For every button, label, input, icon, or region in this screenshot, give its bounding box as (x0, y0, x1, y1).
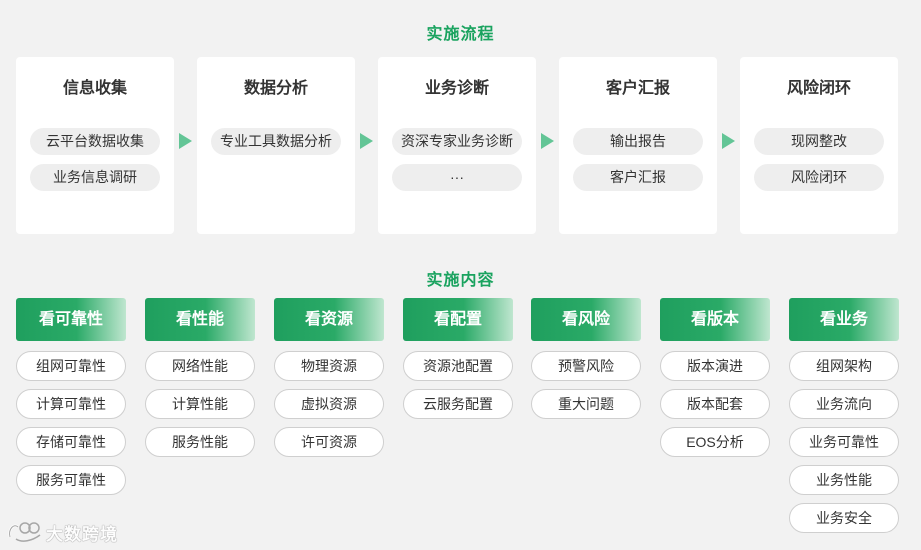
content-title: 实施内容 (426, 272, 495, 289)
content-item: 资源池配置 (403, 351, 513, 381)
flow-arrow-icon (722, 133, 735, 149)
content-column-header: 看配置 (403, 298, 513, 341)
content-item: 云服务配置 (403, 389, 513, 419)
content-item: 业务可靠性 (789, 427, 899, 457)
content-column-header: 看资源 (274, 298, 384, 341)
process-step-item: 输出报告 (573, 128, 703, 155)
flow-arrow-icon (179, 133, 192, 149)
content-item: 许可资源 (274, 427, 384, 457)
content-item: 服务可靠性 (16, 465, 126, 495)
process-step-card: 客户汇报 输出报告 客户汇报 (559, 57, 717, 234)
content-item: 重大问题 (531, 389, 641, 419)
content-item: 网络性能 (145, 351, 255, 381)
content-column: 看业务组网架构业务流向业务可靠性业务性能业务安全 (789, 298, 899, 541)
process-step-item: 云平台数据收集 (30, 128, 160, 155)
content-item: 版本演进 (660, 351, 770, 381)
content-column-header: 看版本 (660, 298, 770, 341)
content-column-header: 看可靠性 (16, 298, 126, 341)
content-item: 业务流向 (789, 389, 899, 419)
content-column: 看性能网络性能计算性能服务性能 (145, 298, 255, 465)
content-item: 业务性能 (789, 465, 899, 495)
flow-arrow-icon (541, 133, 554, 149)
process-step-item: 风险闭环 (754, 164, 884, 191)
content-column-header: 看性能 (145, 298, 255, 341)
process-step-card: 业务诊断资深专家业务诊断 ··· (378, 57, 536, 234)
content-item: 物理资源 (274, 351, 384, 381)
process-step-card: 信息收集云平台数据收集 业务信息调研 (16, 57, 174, 234)
content-column: 看配置资源池配置云服务配置 (403, 298, 513, 427)
brand-logo-icon (8, 522, 41, 542)
process-step-items: 输出报告 客户汇报 (559, 128, 717, 200)
content-item: 版本配套 (660, 389, 770, 419)
process-step-item: 客户汇报 (573, 164, 703, 191)
process-step-title: 风险闭环 (786, 80, 851, 97)
content-item: 组网架构 (789, 351, 899, 381)
watermark-text: 大数跨境 (46, 524, 118, 544)
process-step-title: 业务诊断 (424, 80, 489, 97)
content-item: 预警风险 (531, 351, 641, 381)
content-column-header: 看风险 (531, 298, 641, 341)
process-step-card: 风险闭环 现网整改 风险闭环 (740, 57, 898, 234)
content-item: 计算性能 (145, 389, 255, 419)
content-item: EOS分析 (660, 427, 770, 457)
content-item: 虚拟资源 (274, 389, 384, 419)
process-title: 实施流程 (426, 26, 495, 43)
watermark: 大数跨境 (6, 517, 118, 547)
process-step-items: 资深专家业务诊断 ··· (378, 128, 536, 200)
content-column: 看风险预警风险重大问题 (531, 298, 641, 427)
process-step-item: 资深专家业务诊断 (392, 128, 522, 155)
process-step-title: 数据分析 (243, 80, 308, 97)
process-step-item: ··· (392, 164, 522, 191)
process-step-item: 专业工具数据分析 (211, 128, 341, 155)
process-step-items: 专业工具数据分析 (197, 128, 355, 164)
process-step-title: 客户汇报 (605, 80, 670, 97)
content-column: 看可靠性组网可靠性计算可靠性存储可靠性服务可靠性 (16, 298, 126, 503)
process-step-item: 业务信息调研 (30, 164, 160, 191)
content-column: 看资源物理资源虚拟资源许可资源 (274, 298, 384, 465)
content-item: 组网可靠性 (16, 351, 126, 381)
content-item: 计算可靠性 (16, 389, 126, 419)
process-step-item: 现网整改 (754, 128, 884, 155)
content-column: 看版本版本演进版本配套 EOS分析 (660, 298, 770, 465)
process-step-card: 数据分析专业工具数据分析 (197, 57, 355, 234)
process-step-items: 云平台数据收集 业务信息调研 (16, 128, 174, 200)
content-item: 业务安全 (789, 503, 899, 533)
process-step-items: 现网整改 风险闭环 (740, 128, 898, 200)
content-column-header: 看业务 (789, 298, 899, 341)
content-item: 存储可靠性 (16, 427, 126, 457)
flow-arrow-icon (360, 133, 373, 149)
process-step-title: 信息收集 (62, 80, 127, 97)
content-item: 服务性能 (145, 427, 255, 457)
